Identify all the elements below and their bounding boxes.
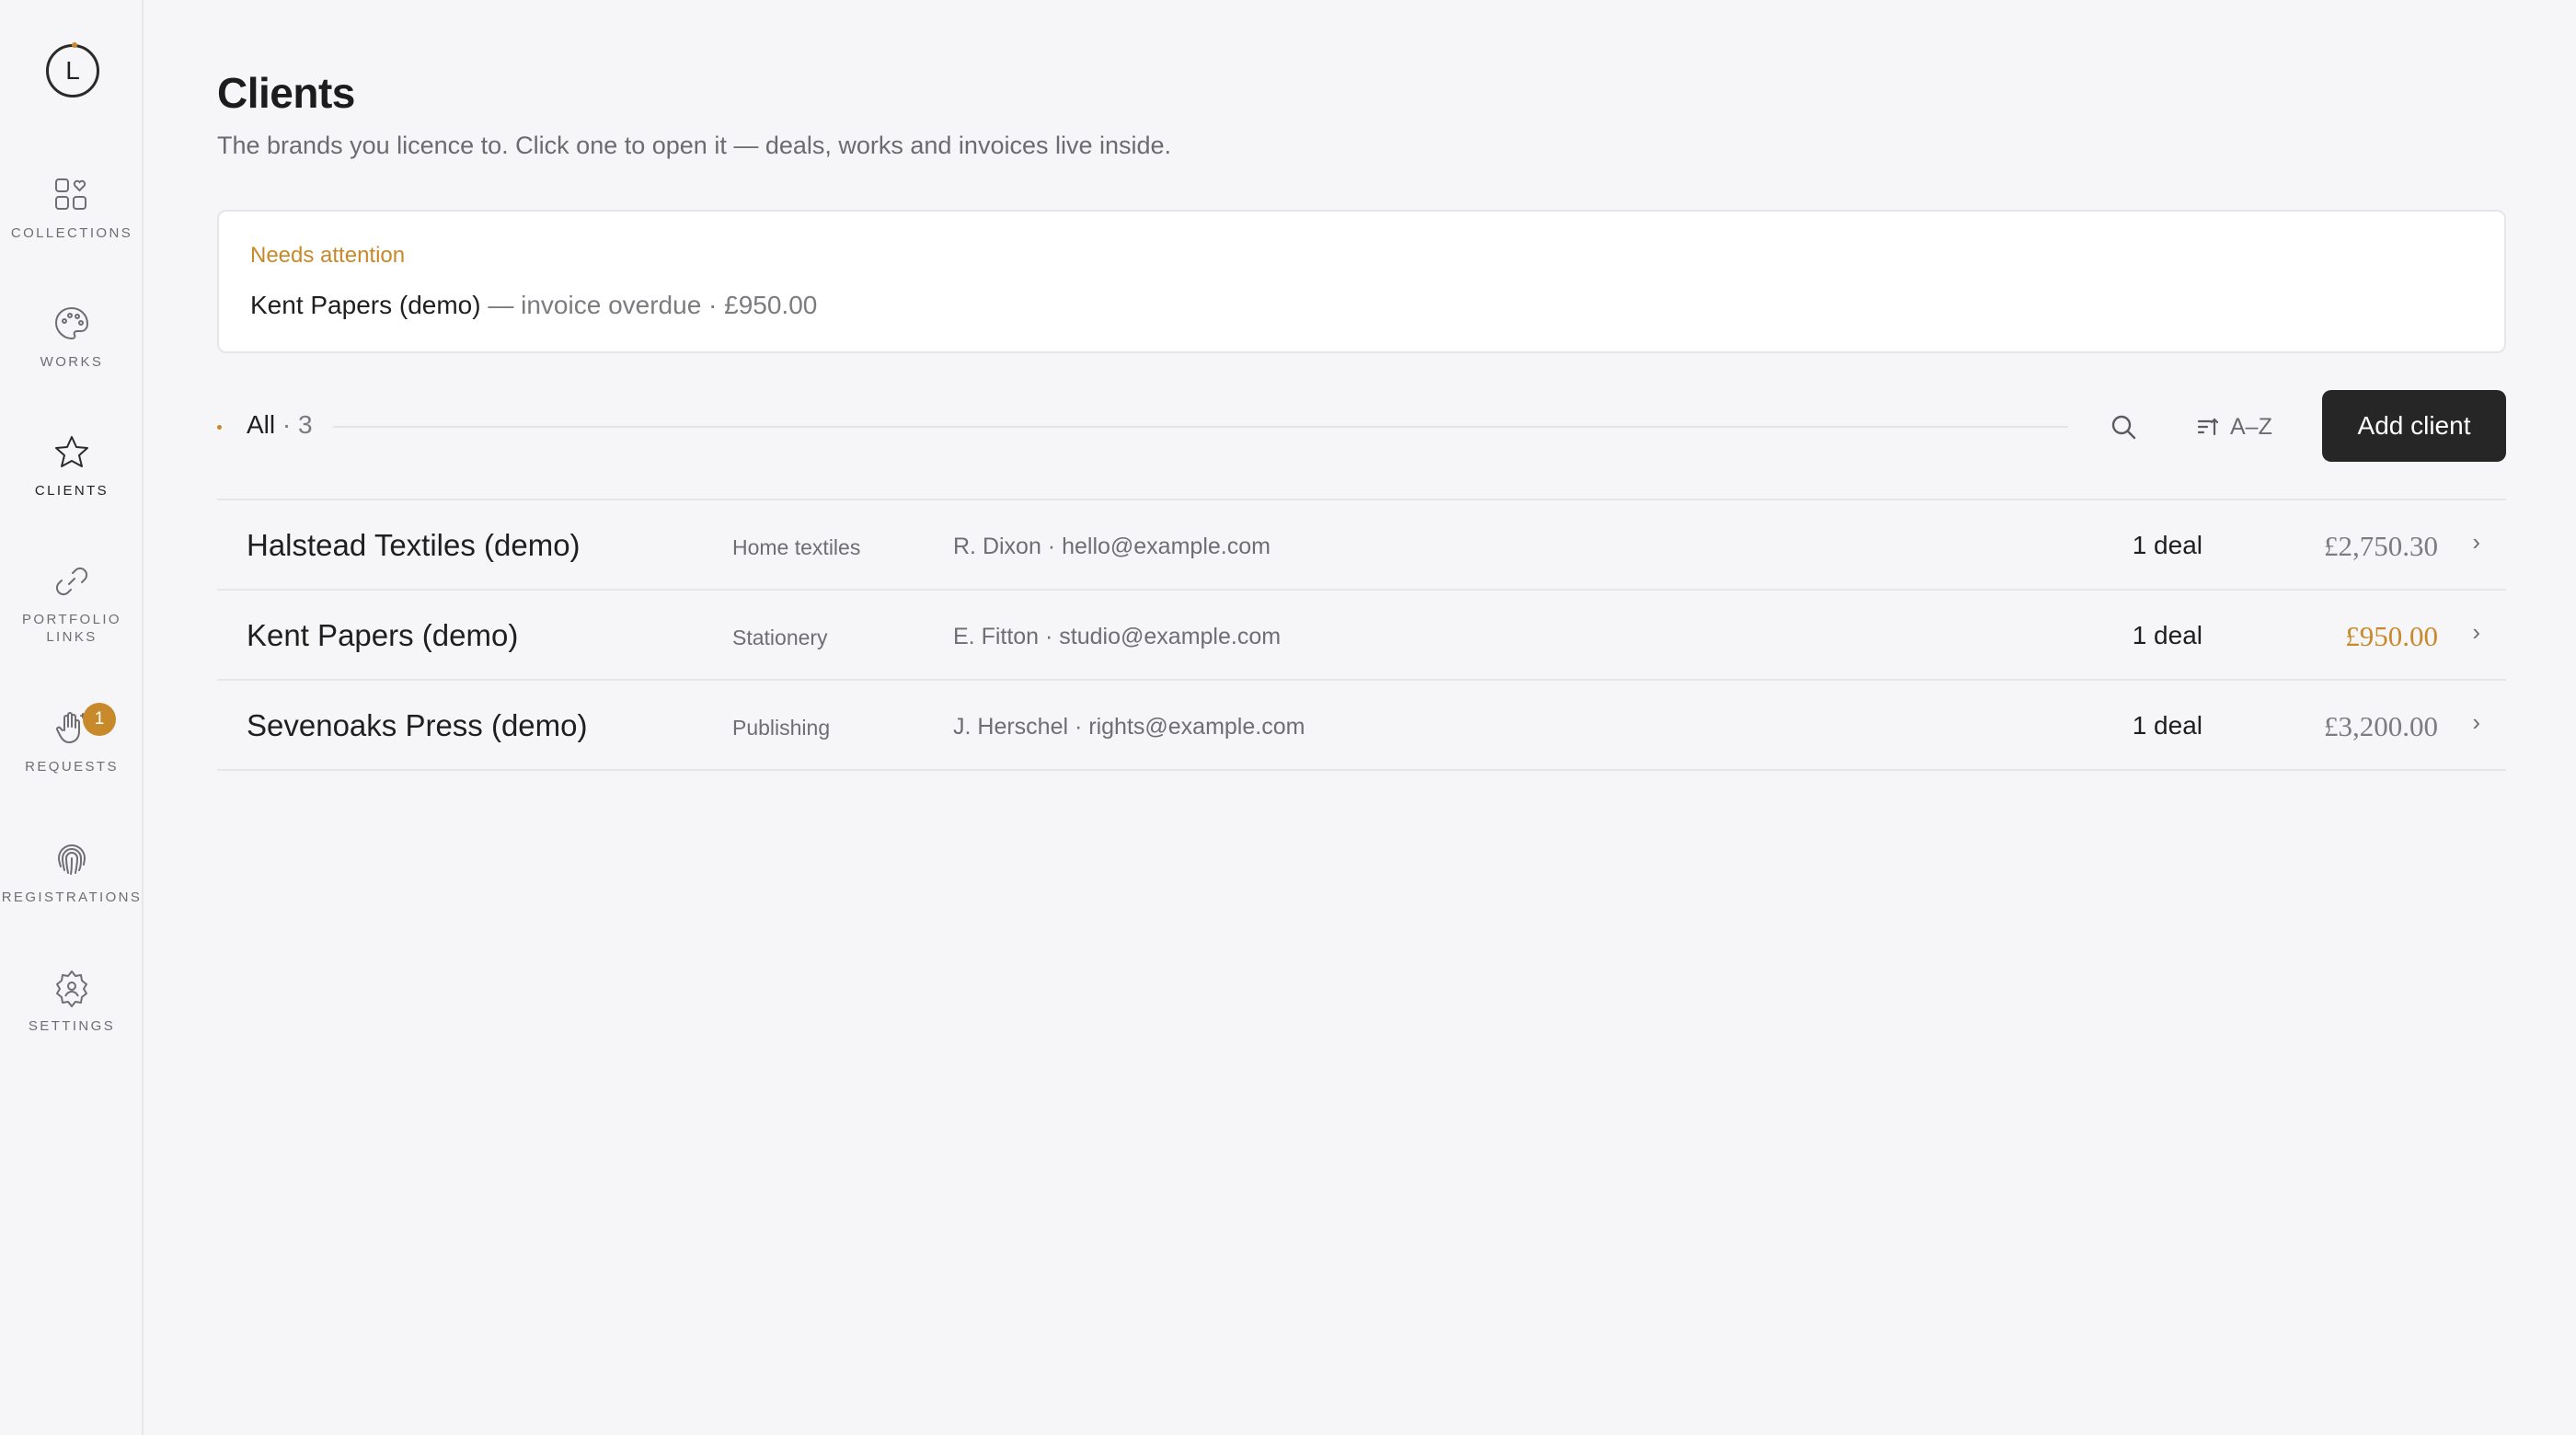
sidebar-item-registrations[interactable]: REGISTRATIONS xyxy=(0,839,144,906)
client-deals: 1 deal xyxy=(2132,531,2202,559)
page-subtitle: The brands you licence to. Click one to … xyxy=(217,132,1172,159)
client-name: Halstead Textiles (demo) xyxy=(247,528,581,562)
requests-badge: 1 xyxy=(83,703,116,736)
sidebar-item-clients[interactable]: CLIENTS xyxy=(0,432,144,499)
link-icon xyxy=(55,567,88,596)
client-row[interactable]: Halstead Textiles (demo) Home textiles R… xyxy=(217,500,2506,591)
app-logo[interactable]: L xyxy=(46,42,99,98)
client-row[interactable]: Kent Papers (demo) Stationery E. Fitton … xyxy=(217,591,2506,681)
attention-title: Needs attention xyxy=(250,243,406,268)
client-industry: Stationery xyxy=(732,626,828,649)
chevron-right-icon: › xyxy=(2472,618,2480,646)
attention-detail: — invoice overdue · £950.00 xyxy=(480,291,818,319)
client-contact: J. Herschel · rights@example.com xyxy=(953,714,1305,740)
attention-client: Kent Papers (demo) xyxy=(250,291,481,319)
filter-count: · 3 xyxy=(275,410,313,439)
sidebar-item-works[interactable]: WORKS xyxy=(0,304,144,371)
client-industry: Publishing xyxy=(732,716,831,740)
sidebar-item-requests[interactable]: REQUESTS xyxy=(0,708,144,775)
client-industry: Home textiles xyxy=(732,535,861,559)
client-amount: £950.00 xyxy=(2345,620,2438,652)
attention-item[interactable]: Kent Papers (demo) — invoice overdue · £… xyxy=(250,291,817,320)
gear-icon xyxy=(56,970,87,1007)
client-row[interactable]: Sevenoaks Press (demo) Publishing J. Her… xyxy=(217,681,2506,771)
client-amount: £2,750.30 xyxy=(2324,530,2438,562)
fingerprint-icon xyxy=(57,844,86,875)
sort-label: A–Z xyxy=(2230,413,2272,440)
needs-attention-card[interactable]: Needs attention Kent Papers (demo) — inv… xyxy=(217,210,2506,353)
collections-icon xyxy=(55,178,86,210)
sidebar-item-collections[interactable]: COLLECTIONS xyxy=(0,175,144,242)
palette-icon xyxy=(54,306,89,340)
chevron-right-icon: › xyxy=(2472,528,2480,556)
filter-all-tab[interactable]: All · 3 xyxy=(247,410,313,440)
star-icon xyxy=(55,436,88,467)
chevron-right-icon: › xyxy=(2472,708,2480,736)
sort-icon xyxy=(2197,418,2219,436)
sidebar-item-portfolio-links[interactable]: PORTFOLIO LINKS xyxy=(0,561,144,646)
filter-divider xyxy=(333,426,2068,428)
client-list: Halstead Textiles (demo) Home textiles R… xyxy=(217,499,2506,771)
sidebar: L COLLECTIONS WORKS CLIENTS PORTFOLIO LI… xyxy=(0,0,144,1435)
client-contact: E. Fitton · studio@example.com xyxy=(953,624,1282,649)
sort-button[interactable]: A–Z xyxy=(2195,408,2272,445)
filter-indicator-dot xyxy=(217,425,222,430)
client-name: Kent Papers (demo) xyxy=(247,618,519,652)
sidebar-item-settings[interactable]: SETTINGS xyxy=(0,968,144,1035)
client-deals: 1 deal xyxy=(2132,711,2202,740)
client-amount: £3,200.00 xyxy=(2324,710,2438,742)
client-name: Sevenoaks Press (demo) xyxy=(247,708,588,742)
client-contact: R. Dixon · hello@example.com xyxy=(953,534,1271,559)
client-deals: 1 deal xyxy=(2132,621,2202,649)
toolbar: All · 3 A–Z Add client xyxy=(217,390,2506,464)
page-title: Clients xyxy=(217,69,355,117)
search-icon[interactable] xyxy=(2107,410,2140,443)
add-client-button[interactable]: Add client xyxy=(2322,390,2506,462)
